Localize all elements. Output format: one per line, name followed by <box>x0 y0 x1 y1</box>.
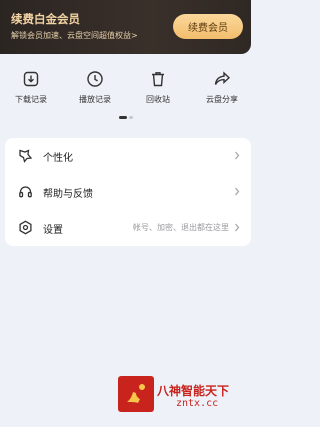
settings-menu-card: 个性化 帮助与反馈 设置 帐号、加密、退出都在这里 <box>5 138 251 246</box>
clock-icon <box>87 71 103 87</box>
shortcut-recycle-bin[interactable]: 回收站 <box>128 70 188 112</box>
chevron-right-icon <box>235 151 240 160</box>
menu-label: 帮助与反馈 <box>43 189 93 200</box>
vip-title: 续费白金会员 <box>11 12 80 26</box>
shortcut-grid: 下载记录 播放记录 回收站 云盘分享 <box>0 70 260 112</box>
trash-icon <box>152 72 164 87</box>
chevron-right-icon <box>235 187 240 196</box>
shortcut-label: 云盘分享 <box>206 95 238 104</box>
page-dot <box>129 116 133 119</box>
watermark-url: zntx.cc <box>176 398 219 409</box>
shortcut-download-record[interactable]: 下载记录 <box>1 70 61 112</box>
menu-item-settings[interactable]: 设置 帐号、加密、退出都在这里 <box>5 210 251 246</box>
watermark: 八神智能天下 zntx.cc <box>118 374 248 414</box>
vip-subtitle-link[interactable]: 解锁会员加速、云盘空间超值权益> <box>11 30 138 41</box>
personalize-icon <box>19 149 33 163</box>
menu-label: 设置 <box>43 225 63 236</box>
watermark-text: 八神智能天下 <box>157 384 230 398</box>
page-indicator <box>119 116 137 119</box>
chevron-right-icon <box>235 223 240 232</box>
page-dot-active <box>119 116 127 119</box>
menu-item-help-feedback[interactable]: 帮助与反馈 <box>5 174 251 210</box>
shortcut-label: 下载记录 <box>15 95 47 104</box>
shortcut-label: 播放记录 <box>79 95 111 104</box>
settings-icon <box>19 220 32 235</box>
shortcut-play-record[interactable]: 播放记录 <box>65 70 125 112</box>
download-record-icon <box>23 71 39 87</box>
menu-item-personalize[interactable]: 个性化 <box>5 138 251 174</box>
shortcut-label: 回收站 <box>146 95 170 104</box>
watermark-logo-icon <box>118 376 154 412</box>
headset-icon <box>19 186 32 198</box>
menu-label: 个性化 <box>43 153 73 164</box>
settings-hint: 帐号、加密、退出都在这里 <box>133 223 229 232</box>
renew-membership-button[interactable]: 续费会员 <box>173 14 243 39</box>
shortcut-cloud-share[interactable]: 云盘分享 <box>192 70 252 112</box>
vip-banner[interactable]: 续费白金会员 解锁会员加速、云盘空间超值权益> 续费会员 <box>0 0 251 54</box>
share-icon <box>214 71 231 85</box>
